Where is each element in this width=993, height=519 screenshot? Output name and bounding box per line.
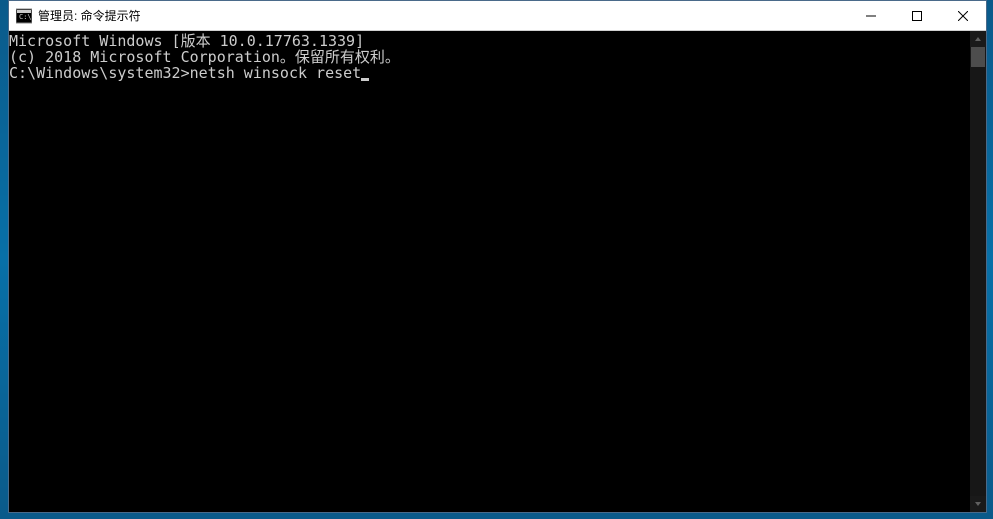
scrollbar-track[interactable]: [970, 47, 986, 496]
command-prompt-window: C:\ 管理员: 命令提示符 Microsoft Windows [版本 10.…: [8, 0, 987, 513]
window-title: 管理员: 命令提示符: [38, 7, 848, 24]
svg-text:C:\: C:\: [19, 13, 32, 21]
scrollbar-thumb[interactable]: [971, 47, 985, 67]
close-button[interactable]: [940, 1, 986, 30]
terminal-line: (c) 2018 Microsoft Corporation。保留所有权利。: [9, 49, 970, 65]
minimize-button[interactable]: [848, 1, 894, 30]
cursor: [361, 78, 369, 81]
terminal-area[interactable]: Microsoft Windows [版本 10.0.17763.1339](c…: [9, 31, 986, 512]
titlebar[interactable]: C:\ 管理员: 命令提示符: [9, 1, 986, 31]
window-controls: [848, 1, 986, 30]
maximize-button[interactable]: [894, 1, 940, 30]
terminal-content[interactable]: Microsoft Windows [版本 10.0.17763.1339](c…: [9, 31, 970, 512]
cmd-icon: C:\: [16, 8, 32, 24]
terminal-prompt: C:\Windows\system32>: [9, 64, 190, 82]
scrollbar-down-button[interactable]: [970, 496, 986, 512]
terminal-command: netsh winsock reset: [190, 64, 362, 82]
scrollbar[interactable]: [970, 31, 986, 512]
scrollbar-up-button[interactable]: [970, 31, 986, 47]
terminal-line: Microsoft Windows [版本 10.0.17763.1339]: [9, 33, 970, 49]
